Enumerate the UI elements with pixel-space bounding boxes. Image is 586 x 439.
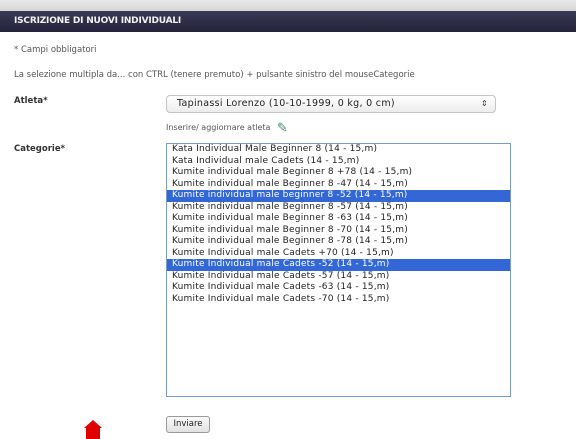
category-option[interactable]: Kumite individual male Beginner 8 +78 (1… [167,167,510,179]
athlete-select-value: Tapinassi Lorenzo (10-10-1999, 0 kg, 0 c… [177,98,395,109]
required-fields-note: * Campi obbligatori [14,45,97,55]
category-option[interactable]: Kata Individual Male Beginner 8 (14 - 15… [167,144,510,156]
section-title: ISCRIZIONE DI NUOVI INDIVIDUALI [14,16,182,26]
update-athlete-link[interactable]: Inserire/ aggiornare atleta ✎ [166,121,288,136]
multi-select-hint: La selezione multipla da... con CTRL (te… [14,70,415,80]
pencil-icon[interactable]: ✎ [277,121,288,136]
updown-arrows-icon: ⇕ [480,99,488,108]
category-option[interactable]: Kumite individual male beginner 8 -52 (1… [167,190,510,202]
athlete-label: Atleta* [14,96,48,106]
category-option[interactable]: Kumite Individual male Cadets -57 (14 - … [167,271,510,283]
category-option[interactable]: Kata Individual male Cadets (14 - 15,m) [167,156,510,168]
athlete-select[interactable]: Tapinassi Lorenzo (10-10-1999, 0 kg, 0 c… [166,95,496,113]
category-option[interactable]: Kumite Individual male Cadets +70 (14 - … [167,248,510,260]
category-option[interactable]: Kumite individual male Beginner 8 -63 (1… [167,213,510,225]
category-option[interactable]: Kumite individual male Beginner 8 -70 (1… [167,225,510,237]
category-listbox[interactable]: Kata Individual Male Beginner 8 (14 - 15… [166,143,511,397]
category-option[interactable]: Kumite Individual male Cadets -52 (14 - … [167,259,510,271]
category-label: Categorie* [14,144,66,154]
category-option[interactable]: Kumite Individual male Cadets -63 (14 - … [167,282,510,294]
home-marker-icon [84,420,102,439]
category-option[interactable]: Kumite Individual male Cadets -70 (14 - … [167,294,510,306]
category-option[interactable]: Kumite individual male Beginner 8 -57 (1… [167,202,510,214]
update-athlete-label: Inserire/ aggiornare atleta [166,123,271,132]
browser-top-strip [0,0,576,11]
category-option[interactable]: Kumite individual male Beginner 8 -78 (1… [167,236,510,248]
submit-button[interactable]: Inviare [166,416,210,433]
category-option[interactable]: Kumite individual male Beginner 8 -47 (1… [167,179,510,191]
section-header: ISCRIZIONE DI NUOVI INDIVIDUALI [0,11,576,32]
